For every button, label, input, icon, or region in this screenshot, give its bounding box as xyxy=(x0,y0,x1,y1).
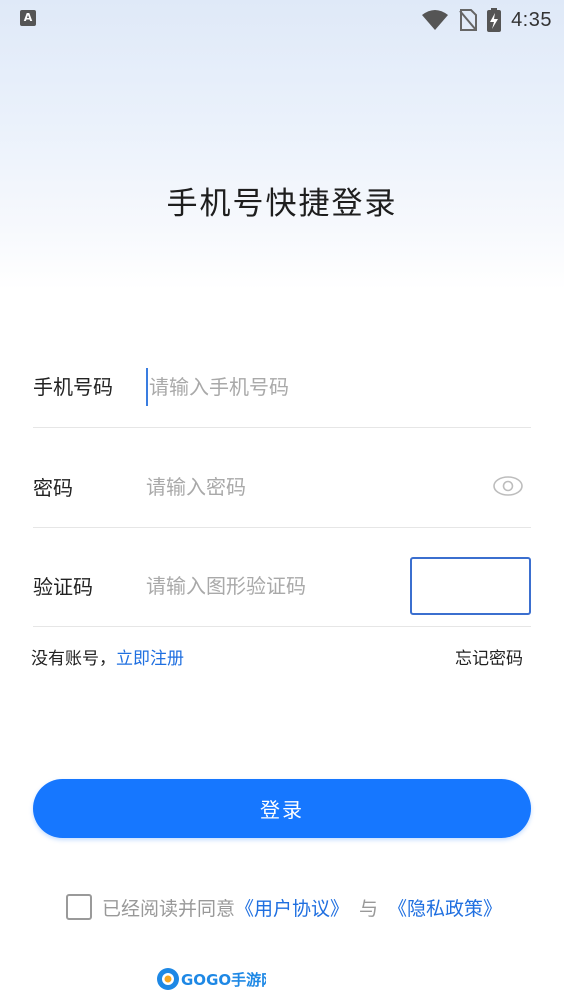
captcha-input[interactable] xyxy=(146,567,386,605)
phone-input[interactable] xyxy=(146,368,479,406)
privacy-policy-link[interactable]: 《隐私政策》 xyxy=(388,894,502,921)
agreement-prefix: 已经阅读并同意 xyxy=(102,897,236,920)
wifi-icon xyxy=(422,10,449,30)
no-sim-icon xyxy=(459,9,478,31)
user-agreement-link[interactable]: 《用户协议》 xyxy=(235,894,349,921)
watermark-logo: GOGO手游网 xyxy=(157,968,266,990)
agreement-and: 与 xyxy=(359,897,379,920)
show-password-eye-icon[interactable] xyxy=(493,475,523,497)
watermark-text: GOGO手游网 xyxy=(181,971,266,989)
status-bar: A 4:35 xyxy=(0,0,564,40)
status-icons: 4:35 xyxy=(421,6,552,34)
status-time: 4:35 xyxy=(511,8,552,31)
agreement-checkbox[interactable] xyxy=(66,894,92,920)
no-account-text: 没有账号，立即注册 xyxy=(31,644,184,669)
password-row: 密码 xyxy=(33,428,531,528)
login-button[interactable]: 登录 xyxy=(33,779,531,838)
app-notification-icon: A xyxy=(20,10,36,26)
forgot-password-link[interactable]: 忘记密码 xyxy=(455,644,523,669)
no-account-label: 没有账号， xyxy=(31,649,116,669)
battery-charging-icon xyxy=(487,8,502,32)
agreement: 已经阅读并同意 《用户协议》 与 《隐私政策》 xyxy=(66,892,502,922)
captcha-row: 验证码 xyxy=(33,527,531,627)
links-row: 没有账号，立即注册 忘记密码 xyxy=(31,644,523,670)
register-link[interactable]: 立即注册 xyxy=(116,649,184,669)
password-input[interactable] xyxy=(146,468,476,506)
captcha-image[interactable] xyxy=(410,557,531,615)
phone-row: 手机号码 xyxy=(33,328,531,428)
page-title: 手机号快捷登录 xyxy=(166,186,398,222)
captcha-label: 验证码 xyxy=(33,575,93,599)
